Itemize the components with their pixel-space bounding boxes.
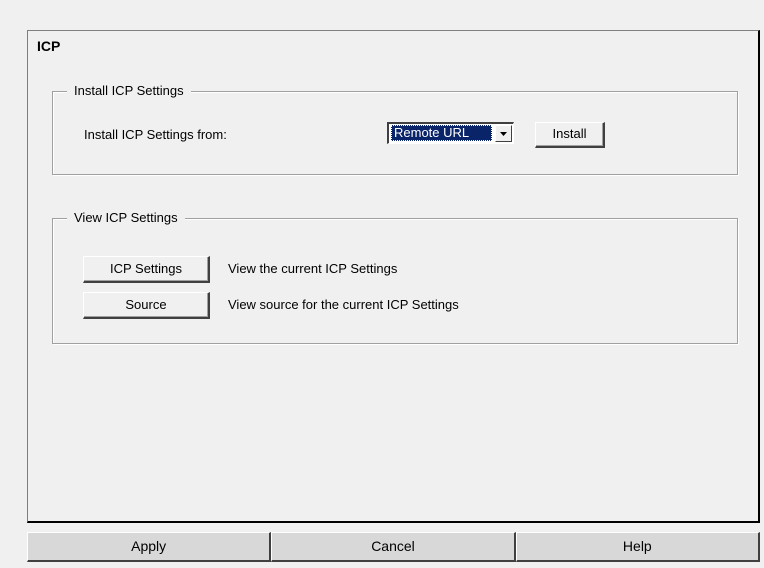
install-icp-settings-group: Install ICP Settings Install ICP Setting… xyxy=(52,83,738,175)
footer-button-bar: Apply Cancel Help xyxy=(27,532,760,562)
top-strip xyxy=(0,0,764,30)
install-button[interactable]: Install xyxy=(535,122,605,148)
icp-panel: ICP Install ICP Settings Install ICP Set… xyxy=(27,30,760,523)
chevron-down-icon xyxy=(500,132,507,136)
source-description: View source for the current ICP Settings xyxy=(228,297,459,312)
install-source-selected-value: Remote URL xyxy=(391,125,492,141)
icp-settings-description: View the current ICP Settings xyxy=(228,261,398,276)
install-group-legend: Install ICP Settings xyxy=(67,83,191,99)
source-button[interactable]: Source xyxy=(83,292,210,319)
install-from-label: Install ICP Settings from: xyxy=(84,127,227,142)
cancel-button[interactable]: Cancel xyxy=(271,532,516,562)
dropdown-button[interactable] xyxy=(495,125,512,142)
view-icp-settings-group: View ICP Settings ICP Settings View the … xyxy=(52,210,738,344)
view-group-legend: View ICP Settings xyxy=(67,210,185,226)
help-button[interactable]: Help xyxy=(515,532,760,562)
install-source-select[interactable]: Remote URL xyxy=(387,122,514,144)
apply-button[interactable]: Apply xyxy=(27,532,272,562)
panel-title: ICP xyxy=(37,38,61,54)
icp-settings-button[interactable]: ICP Settings xyxy=(83,256,210,283)
